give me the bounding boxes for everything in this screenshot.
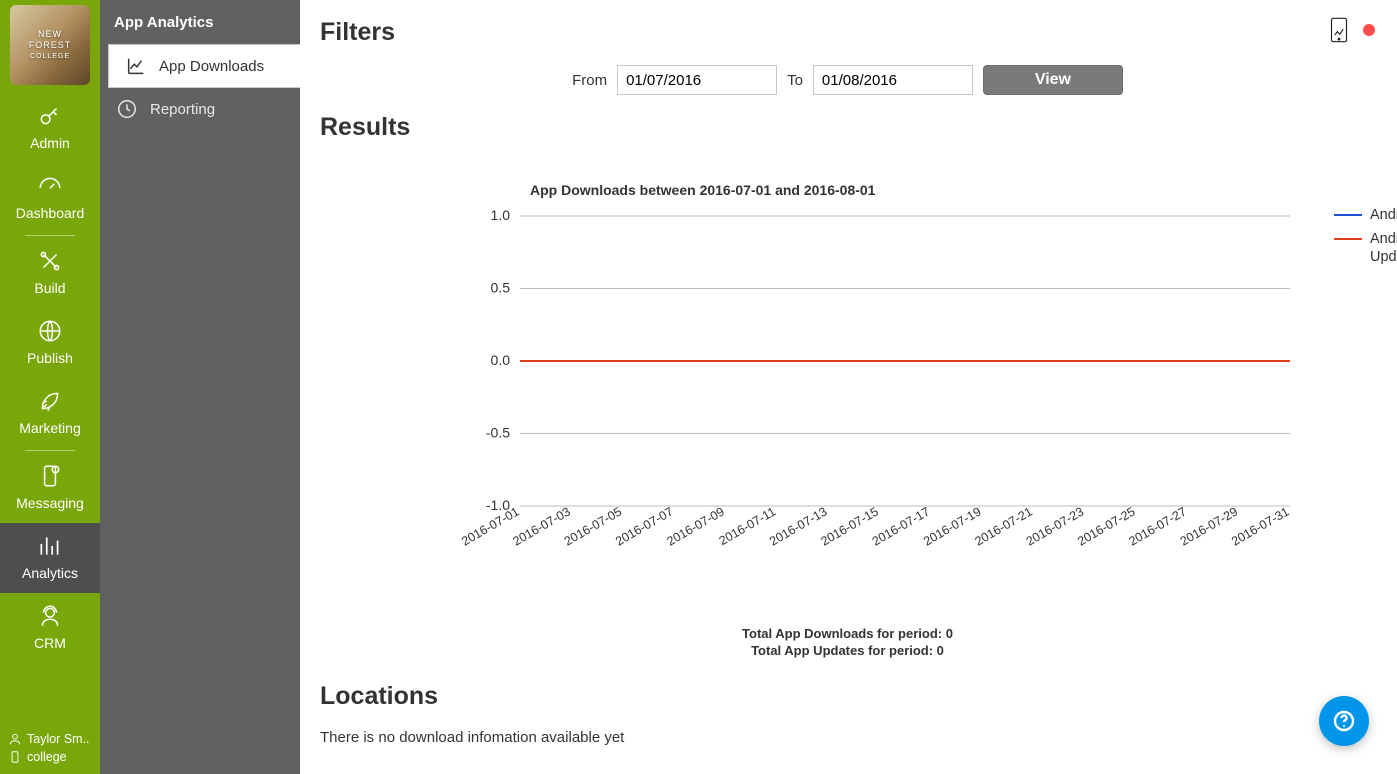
from-date-input[interactable] [617,65,777,95]
from-label: From [572,72,607,89]
nav-label: Publish [27,350,73,366]
sub-item-reporting[interactable]: Reporting [100,88,300,130]
nav-divider [25,450,75,451]
message-phone-icon [37,463,63,489]
gauge-icon [37,173,63,199]
chart-title: App Downloads between 2016-07-01 and 201… [530,182,1375,198]
key-icon [37,103,63,129]
nav-rail: NEW FOREST COLLEGE Admin Dashboard Build… [0,0,100,774]
svg-text:2016-07-05: 2016-07-05 [562,504,624,548]
nav-item-dashboard[interactable]: Dashboard [0,163,100,233]
filters-heading: Filters [320,18,1375,47]
nav-label: Admin [30,135,70,151]
nav-item-messaging[interactable]: Messaging [0,453,100,523]
help-button[interactable] [1319,696,1369,746]
chart-legend: Android Android Updates [1310,206,1397,272]
brand-line1: NEW FOREST [16,29,84,52]
nav-items: Admin Dashboard Build Publish Marketing … [0,93,100,724]
nav-footer: Taylor Sm.. college [0,724,100,774]
locations-empty: There is no download infomation availabl… [320,729,1375,746]
line-chart-icon [125,55,147,77]
svg-text:0.5: 0.5 [491,280,511,296]
legend-swatch [1334,214,1362,216]
to-date-input[interactable] [813,65,973,95]
person-icon [8,732,22,746]
nav-divider [25,235,75,236]
totals-updates: Total App Updates for period: 0 [320,643,1375,658]
svg-text:2016-07-15: 2016-07-15 [818,504,880,548]
nav-item-admin[interactable]: Admin [0,93,100,163]
nav-item-build[interactable]: Build [0,238,100,308]
phone-stats-icon[interactable] [1329,16,1349,44]
legend-swatch [1334,238,1362,240]
footer-app[interactable]: college [8,748,92,766]
totals-downloads: Total App Downloads for period: 0 [320,626,1375,641]
nav-item-marketing[interactable]: Marketing [0,378,100,448]
rocket-icon [37,388,63,414]
legend-item[interactable]: Android Updates [1334,230,1397,266]
sub-item-label: Reporting [150,101,215,118]
svg-text:2016-07-23: 2016-07-23 [1024,504,1086,548]
svg-text:-0.5: -0.5 [486,425,510,441]
legend-label: Android [1370,206,1397,224]
svg-text:2016-07-21: 2016-07-21 [972,504,1034,548]
brand-logo[interactable]: NEW FOREST COLLEGE [10,5,90,85]
svg-text:2016-07-17: 2016-07-17 [870,504,932,548]
brand-line2: COLLEGE [16,52,84,61]
svg-text:2016-07-25: 2016-07-25 [1075,504,1137,548]
sub-nav-header: App Analytics [100,0,300,44]
filter-row: From To View [320,65,1375,95]
svg-text:2016-07-27: 2016-07-27 [1126,504,1188,548]
status-dot-red[interactable] [1363,24,1375,36]
legend-item[interactable]: Android [1334,206,1397,224]
nav-item-publish[interactable]: Publish [0,308,100,378]
status-badges [1329,16,1375,44]
nav-label: Marketing [19,420,80,436]
view-button[interactable]: View [983,65,1123,95]
svg-text:2016-07-13: 2016-07-13 [767,504,829,548]
chart-footer: Total App Downloads for period: 0 Total … [320,626,1375,658]
svg-text:2016-07-29: 2016-07-29 [1178,504,1240,548]
footer-user-label: Taylor Sm.. [27,732,90,746]
footer-app-label: college [27,750,67,764]
person-headset-icon [37,603,63,629]
main-content: Filters From To View Results App Downloa… [300,0,1397,774]
nav-label: Messaging [16,495,84,511]
locations-heading: Locations [320,682,1375,711]
to-label: To [787,72,803,89]
svg-text:2016-07-09: 2016-07-09 [664,504,726,548]
tools-icon [37,248,63,274]
nav-label: Analytics [22,565,78,581]
svg-text:2016-07-07: 2016-07-07 [613,504,675,548]
sub-item-app-downloads[interactable]: App Downloads [108,44,300,88]
line-chart: -1.0-0.50.00.51.02016-07-012016-07-03201… [460,206,1310,576]
sub-item-label: App Downloads [159,58,264,75]
nav-label: Build [34,280,65,296]
legend-label: Android Updates [1370,230,1397,266]
globe-icon [37,318,63,344]
nav-label: Dashboard [16,205,85,221]
sub-nav: App Analytics App Downloads Reporting [100,0,300,774]
footer-user[interactable]: Taylor Sm.. [8,730,92,748]
analytics-icon [37,533,63,559]
phone-outline-icon [8,750,22,764]
question-icon [1332,709,1356,733]
nav-item-crm[interactable]: CRM [0,593,100,663]
svg-text:0.0: 0.0 [491,352,511,368]
nav-label: CRM [34,635,66,651]
svg-text:2016-07-03: 2016-07-03 [510,504,572,548]
svg-text:1.0: 1.0 [491,207,511,223]
svg-text:2016-07-19: 2016-07-19 [921,504,983,548]
chart-container: App Downloads between 2016-07-01 and 201… [320,182,1375,658]
clock-icon [116,98,138,120]
results-heading: Results [320,113,1375,142]
nav-item-analytics[interactable]: Analytics [0,523,100,593]
svg-text:2016-07-31: 2016-07-31 [1229,504,1291,548]
